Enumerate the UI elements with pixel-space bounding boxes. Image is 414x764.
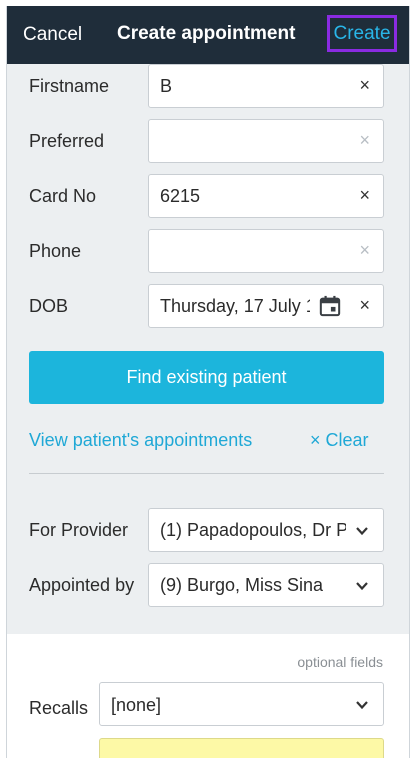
preferred-label: Preferred (29, 131, 105, 151)
recalls-value[interactable]: [none] (111, 695, 161, 716)
card-no-clear-icon[interactable]: × (359, 185, 370, 206)
chevron-down-icon[interactable] (355, 698, 369, 712)
dob-value[interactable]: Thursday, 17 July 1 (160, 296, 310, 317)
firstname-row: Firstname B × (7, 64, 409, 108)
firstname-field[interactable]: B × (148, 64, 384, 108)
chevron-down-icon[interactable] (355, 524, 369, 538)
optional-fields-hint: optional fields (297, 654, 383, 670)
preferred-clear-icon[interactable]: × (359, 130, 370, 151)
optional-section: optional fields Recalls [none] (7, 634, 409, 758)
page-title: Create appointment (117, 23, 296, 44)
view-appointments-link[interactable]: View patient's appointments (29, 430, 252, 451)
phone-label: Phone (29, 241, 82, 261)
provider-value[interactable]: (1) Papadopoulos, Dr P (160, 520, 346, 541)
card-no-field[interactable]: 6215 × (148, 174, 384, 218)
card-no-label: Card No (29, 186, 97, 206)
dob-field[interactable]: Thursday, 17 July 1 × (148, 284, 384, 328)
app-frame: Cancel Create appointment Create Firstna… (6, 6, 410, 758)
dob-label: DOB (29, 296, 69, 316)
top-bar: Cancel Create appointment Create (7, 6, 409, 64)
preferred-row: Preferred × (7, 119, 409, 163)
divider (29, 473, 384, 474)
notes-field[interactable] (99, 738, 384, 758)
card-no-row: Card No 6215 × (7, 174, 409, 218)
card-no-value[interactable]: 6215 (160, 186, 200, 207)
preferred-field[interactable]: × (148, 119, 384, 163)
phone-clear-icon[interactable]: × (359, 240, 370, 261)
provider-select[interactable]: (1) Papadopoulos, Dr P (148, 508, 384, 552)
phone-field[interactable]: × (148, 229, 384, 273)
clear-link[interactable]: × Clear (310, 430, 369, 451)
appointed-by-value[interactable]: (9) Burgo, Miss Sina (160, 575, 346, 596)
provider-row: For Provider (1) Papadopoulos, Dr P (7, 508, 409, 552)
dob-row: DOB Thursday, 17 July 1 × (7, 284, 409, 328)
appointed-by-row: Appointed by (9) Burgo, Miss Sina (7, 563, 409, 607)
dob-clear-icon[interactable]: × (359, 295, 370, 316)
firstname-label: Firstname (29, 76, 110, 96)
find-existing-patient-button[interactable]: Find existing patient (29, 351, 384, 404)
chevron-down-icon[interactable] (355, 579, 369, 593)
create-button[interactable]: Create (327, 15, 397, 52)
firstname-clear-icon[interactable]: × (359, 75, 370, 96)
recalls-label: Recalls (29, 698, 89, 718)
firstname-value[interactable]: B (160, 76, 172, 97)
cancel-button[interactable]: Cancel (23, 24, 82, 46)
phone-row: Phone × (7, 229, 409, 273)
appointed-by-label: Appointed by (29, 575, 135, 595)
calendar-icon[interactable] (319, 295, 341, 317)
provider-label: For Provider (29, 520, 129, 540)
recalls-select[interactable]: [none] (99, 682, 384, 726)
appointed-by-select[interactable]: (9) Burgo, Miss Sina (148, 563, 384, 607)
